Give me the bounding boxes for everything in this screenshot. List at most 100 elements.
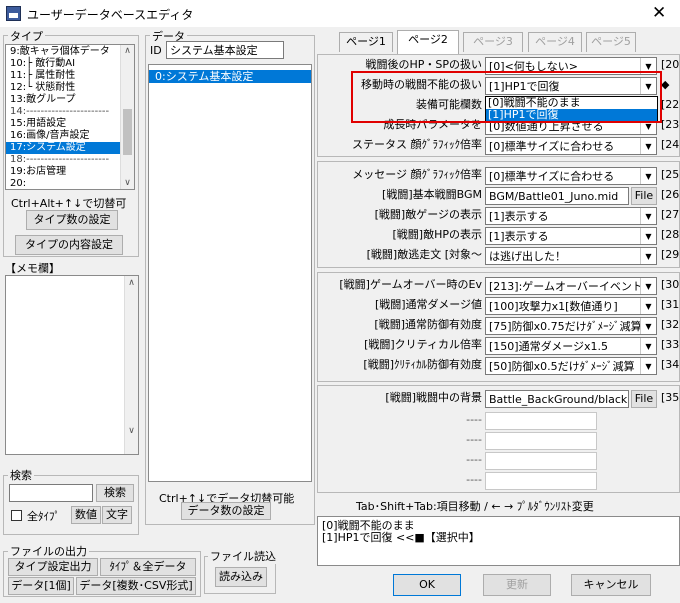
setting-combo[interactable]: [50]防御x0.5だけﾀﾞﾒｰｼﾞ減算 ▼ <box>485 357 657 375</box>
scroll-thumb[interactable] <box>123 109 132 155</box>
setting-label: [戦闘]敵ゲージの表示 <box>374 208 482 221</box>
type-list-item[interactable]: 12:└ 状態耐性 <box>6 82 120 94</box>
all-types-checkbox[interactable] <box>11 510 22 521</box>
type-list-item[interactable]: 19:お店管理 <box>6 166 120 178</box>
tab-page-3[interactable]: ページ3 <box>463 32 523 52</box>
type-all-data-output-button[interactable]: ﾀｲﾌﾟ＆全データ <box>100 558 196 576</box>
setting-index: [29] <box>661 248 680 261</box>
tab-page-5[interactable]: ページ5 <box>586 32 636 52</box>
type-list[interactable]: 9:敵キャラ個体データ 10:├ 敵行動AI 11:├ 属性耐性 12:└ 状態耐性 1… <box>5 44 135 190</box>
data-list[interactable]: 0:システム基本設定 <box>148 64 312 482</box>
chevron-down-icon[interactable]: ▼ <box>640 338 656 354</box>
scroll-down-icon[interactable]: ∨ <box>121 178 134 188</box>
type-list-item[interactable]: 20: <box>6 178 120 189</box>
empty-setting-label: ---- <box>466 413 482 426</box>
type-count-button[interactable]: タイプ数の設定 <box>26 210 118 230</box>
type-list-item[interactable]: 17:システム設定 <box>6 142 120 154</box>
file-read-label: ファイル読込 <box>208 548 278 564</box>
setting-combo[interactable]: BGM/Battle01_Juno.mid <box>485 187 629 205</box>
type-list-item[interactable]: 18:----------------------- <box>6 154 120 166</box>
chevron-down-icon[interactable]: ▼ <box>640 208 656 224</box>
setting-index: [20] <box>661 58 680 71</box>
setting-label: [戦闘]ゲームオーバー時のEv <box>339 278 482 291</box>
update-button[interactable]: 更新 <box>483 574 551 596</box>
setting-combo[interactable]: [1]表示する ▼ <box>485 207 657 225</box>
empty-setting-input[interactable] <box>485 472 597 490</box>
chevron-down-icon[interactable]: ▼ <box>640 228 656 244</box>
setting-combo[interactable]: は逃げ出した！ ▼ <box>485 247 657 265</box>
setting-combo[interactable]: [213]:ゲームオーバーイベント [コモ ▼ <box>485 277 657 295</box>
setting-index: [30] <box>661 278 680 291</box>
battle-bg-input[interactable]: Battle_BackGround/black <box>485 390 629 408</box>
chevron-down-icon[interactable]: ▼ <box>640 318 656 334</box>
id-input[interactable]: システム基本設定 <box>166 41 284 59</box>
memo-scrollbar[interactable]: ∧ ∨ <box>124 276 138 454</box>
setting-combo[interactable]: [0]標準サイズに合わせる ▼ <box>485 167 657 185</box>
file-button[interactable]: File <box>631 187 657 205</box>
close-icon[interactable]: ✕ <box>652 3 666 23</box>
setting-index: [24] <box>661 138 680 151</box>
type-list-scrollbar[interactable]: ∧ ∨ <box>120 45 134 189</box>
setting-value: BGM/Battle01_Juno.mid <box>489 190 619 203</box>
type-output-button[interactable]: タイプ設定出力 <box>8 558 98 576</box>
setting-combo[interactable]: [100]攻撃力x1[数値通り] ▼ <box>485 297 657 315</box>
highlight-box <box>351 71 662 123</box>
type-list-item[interactable]: 11:├ 属性耐性 <box>6 70 120 82</box>
setting-index: [34] <box>661 358 680 371</box>
data-list-item-selected[interactable]: 0:システム基本設定 <box>149 70 311 83</box>
tab-page-2[interactable]: ページ2 <box>397 30 459 54</box>
empty-setting-input[interactable] <box>485 432 597 450</box>
data-csv-output-button[interactable]: データ[複数･CSV形式] <box>76 577 196 595</box>
setting-value: [213]:ゲームオーバーイベント [コモ <box>489 280 657 293</box>
setting-index: ◆ <box>661 78 670 91</box>
empty-setting-label: ---- <box>466 433 482 446</box>
type-content-button[interactable]: タイプの内容設定 <box>15 235 123 255</box>
empty-setting-input[interactable] <box>485 452 597 470</box>
memo-scroll-up-icon[interactable]: ∧ <box>125 278 138 288</box>
setting-combo[interactable]: [150]通常ダメージx1.5 ▼ <box>485 337 657 355</box>
chevron-down-icon[interactable]: ▼ <box>640 298 656 314</box>
type-switch-hint: Ctrl+Alt+↑↓で切替可 <box>11 197 127 210</box>
type-list-item[interactable]: 9:敵キャラ個体データ <box>6 46 120 58</box>
setting-combo[interactable]: [1]表示する ▼ <box>485 227 657 245</box>
empty-setting-label: ---- <box>466 473 482 486</box>
memo-scroll-down-icon[interactable]: ∨ <box>125 426 138 436</box>
memo-area[interactable]: ∧ ∨ <box>5 275 139 455</box>
chevron-down-icon[interactable]: ▼ <box>640 358 656 374</box>
empty-setting-input[interactable] <box>485 412 597 430</box>
type-list-item[interactable]: 15:用語設定 <box>6 118 120 130</box>
search-button[interactable]: 検索 <box>96 484 134 502</box>
setting-combo[interactable]: [0]標準サイズに合わせる ▼ <box>485 137 657 155</box>
all-types-label: 全ﾀｲﾌﾟ <box>27 510 60 523</box>
type-list-item[interactable]: 13:敵グループ <box>6 94 120 106</box>
setting-value: [1]表示する <box>489 210 549 223</box>
setting-value: は逃げ出した！ <box>489 250 566 263</box>
battle-bg-file-button[interactable]: File <box>631 390 657 408</box>
setting-label: メッセージ 顔ｸﾞﾗﾌｨｯｸ倍率 <box>352 168 482 181</box>
chevron-down-icon[interactable]: ▼ <box>640 168 656 184</box>
setting-index: [28] <box>661 228 680 241</box>
type-list-item[interactable]: 14:----------------------- <box>6 106 120 118</box>
data-count-button[interactable]: データ数の設定 <box>181 502 271 520</box>
setting-value: [100]攻撃力x1[数値通り] <box>489 300 618 313</box>
file-read-button[interactable]: 読み込み <box>215 567 267 587</box>
cancel-button[interactable]: キャンセル <box>571 574 651 596</box>
setting-combo[interactable]: [75]防御x0.75だけﾀﾞﾒｰｼﾞ減算 ▼ <box>485 317 657 335</box>
tab-page-1[interactable]: ページ1 <box>339 32 393 52</box>
search-input[interactable] <box>9 484 93 502</box>
tab-page-4[interactable]: ページ4 <box>528 32 582 52</box>
setting-index: [33] <box>661 338 680 351</box>
search-text-button[interactable]: 文字 <box>102 506 132 524</box>
data-single-output-button[interactable]: データ[1個] <box>8 577 74 595</box>
ok-button[interactable]: OK <box>393 574 461 596</box>
type-list-item[interactable]: 10:├ 敵行動AI <box>6 58 120 70</box>
setting-index: [25] <box>661 168 680 181</box>
chevron-down-icon[interactable]: ▼ <box>640 278 656 294</box>
window-title: ユーザーデータベースエディタ <box>27 8 194 22</box>
type-list-item[interactable]: 16:画像/音声設定 <box>6 130 120 142</box>
chevron-down-icon[interactable]: ▼ <box>640 138 656 154</box>
search-number-button[interactable]: 数値 <box>71 506 101 524</box>
setting-value: [50]防御x0.5だけﾀﾞﾒｰｼﾞ減算 <box>489 360 635 373</box>
chevron-down-icon[interactable]: ▼ <box>640 248 656 264</box>
scroll-up-icon[interactable]: ∧ <box>121 46 134 56</box>
